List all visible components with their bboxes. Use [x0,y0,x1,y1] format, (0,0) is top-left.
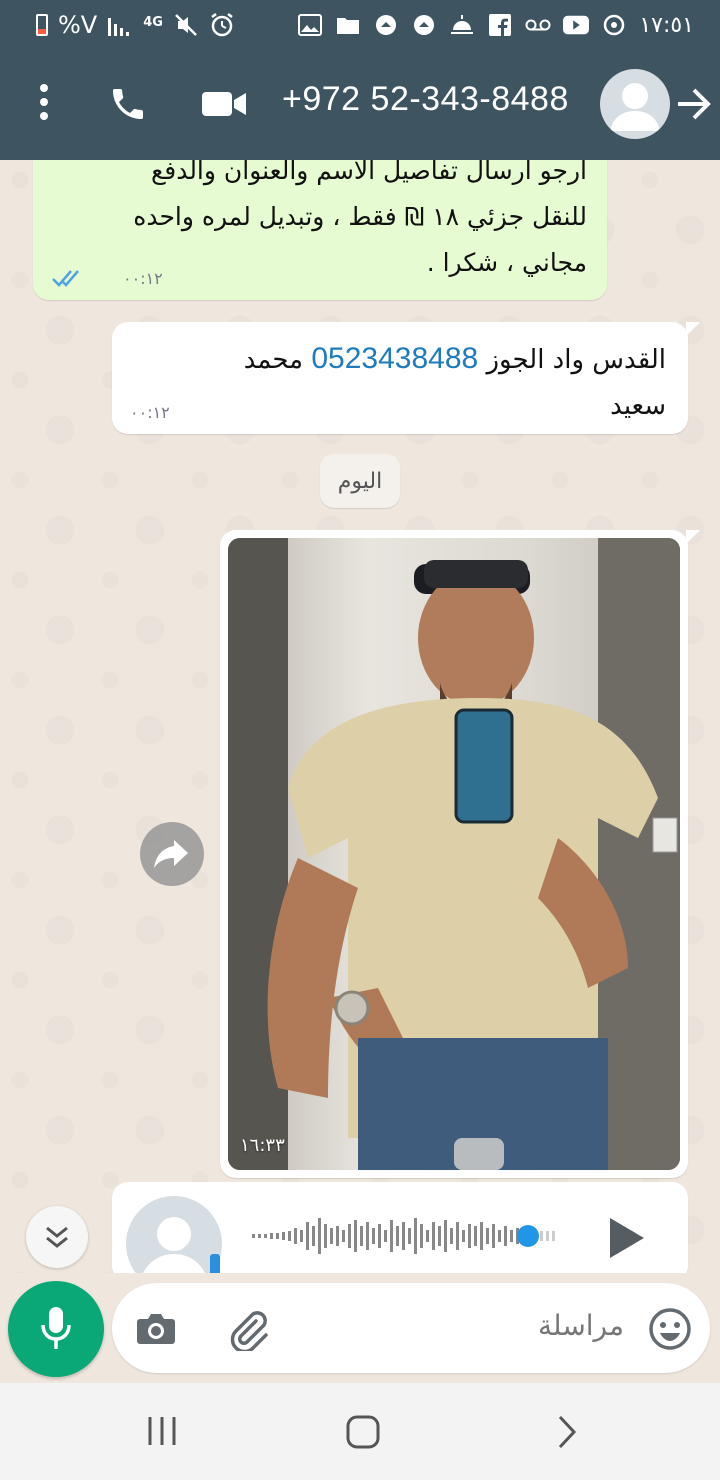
sender-avatar [126,1196,222,1273]
facebook-icon [487,12,513,38]
input-placeholder: مراسلة [538,1309,624,1342]
signal-icon [107,12,133,38]
gallery-icon [297,12,323,38]
bubble-tail [686,530,700,544]
incoming-message[interactable]: القدس واد الجوز 0523438488 محمد سعيد ٠٠:… [112,322,700,434]
scroll-to-bottom-button[interactable] [26,1206,88,1268]
play-icon[interactable] [606,1216,646,1260]
camera-icon[interactable] [136,1311,176,1345]
input-bar: مراسلة [0,1273,720,1383]
bubble-tail [686,322,700,336]
folder-icon [335,12,361,38]
home-icon[interactable] [344,1413,382,1451]
double-chevron-down-icon [46,1226,68,1248]
notification-up-icon [411,12,437,38]
mic-badge-icon [210,1254,220,1273]
system-nav-bar [0,1383,720,1480]
mute-icon [173,12,199,38]
voicemail-icon [525,12,551,38]
weather-icon [449,12,475,38]
forward-button[interactable] [140,822,204,886]
sync-icon [601,12,627,38]
photo-image[interactable]: ١٦:٣٣ [228,538,680,1170]
message-text-part: القدس واد الجوز [478,345,666,375]
status-bar: %V 4G ١٧:٥١ [0,0,720,50]
battery-level: %V [58,11,98,39]
phone-link[interactable]: 0523438488 [311,342,478,375]
message-text-part: محمد [243,345,312,375]
chat-area[interactable]: ارجو ارسال تفاصيل الاسم والعنوان والدفع … [0,160,720,1273]
more-vert-icon[interactable] [30,84,58,124]
notification-up-icon [373,12,399,38]
read-ticks-icon [52,270,79,287]
photo-figure [228,538,680,1170]
video-call-icon[interactable] [200,86,248,122]
message-time: ٠٠:١٢ [123,269,163,288]
battery-icon [36,14,48,36]
emoji-icon[interactable] [648,1307,692,1351]
incoming-photo-message[interactable]: ١٦:٣٣ [220,530,700,1178]
nav-back-icon[interactable] [552,1413,580,1451]
mic-icon [41,1307,71,1349]
youtube-icon [563,12,590,38]
incoming-voice-message[interactable] [112,1182,688,1273]
contact-avatar[interactable] [600,69,670,139]
network-type: 4G [143,14,163,30]
forward-icon [154,840,188,868]
message-text: القدس واد الجوز 0523438488 محمد سعيد [126,336,666,429]
message-time: ١٦:٣٣ [240,1135,285,1156]
message-time: ٠٠:١٢ [130,403,170,422]
outgoing-message[interactable]: ارجو ارسال تفاصيل الاسم والعنوان والدفع … [33,160,607,300]
back-arrow-icon[interactable] [676,84,712,124]
phone-icon[interactable] [108,84,148,124]
voice-waveform[interactable] [252,1216,582,1256]
attach-icon[interactable] [226,1307,270,1354]
voice-record-button[interactable] [8,1281,104,1377]
status-left: %V 4G [0,11,235,39]
chat-header: +972 52-343-8488 [0,50,720,160]
contact-name[interactable]: +972 52-343-8488 [282,80,569,119]
date-separator: اليوم [320,454,400,508]
message-text-line2: سعيد [610,391,666,421]
clock: ١٧:٥١ [639,12,694,38]
message-input[interactable]: مراسلة [112,1283,710,1373]
recent-apps-icon[interactable] [144,1413,180,1449]
status-right: ١٧:٥١ [297,0,694,50]
message-text: ارجو ارسال تفاصيل الاسم والعنوان والدفع … [133,160,587,277]
alarm-icon [209,12,235,38]
